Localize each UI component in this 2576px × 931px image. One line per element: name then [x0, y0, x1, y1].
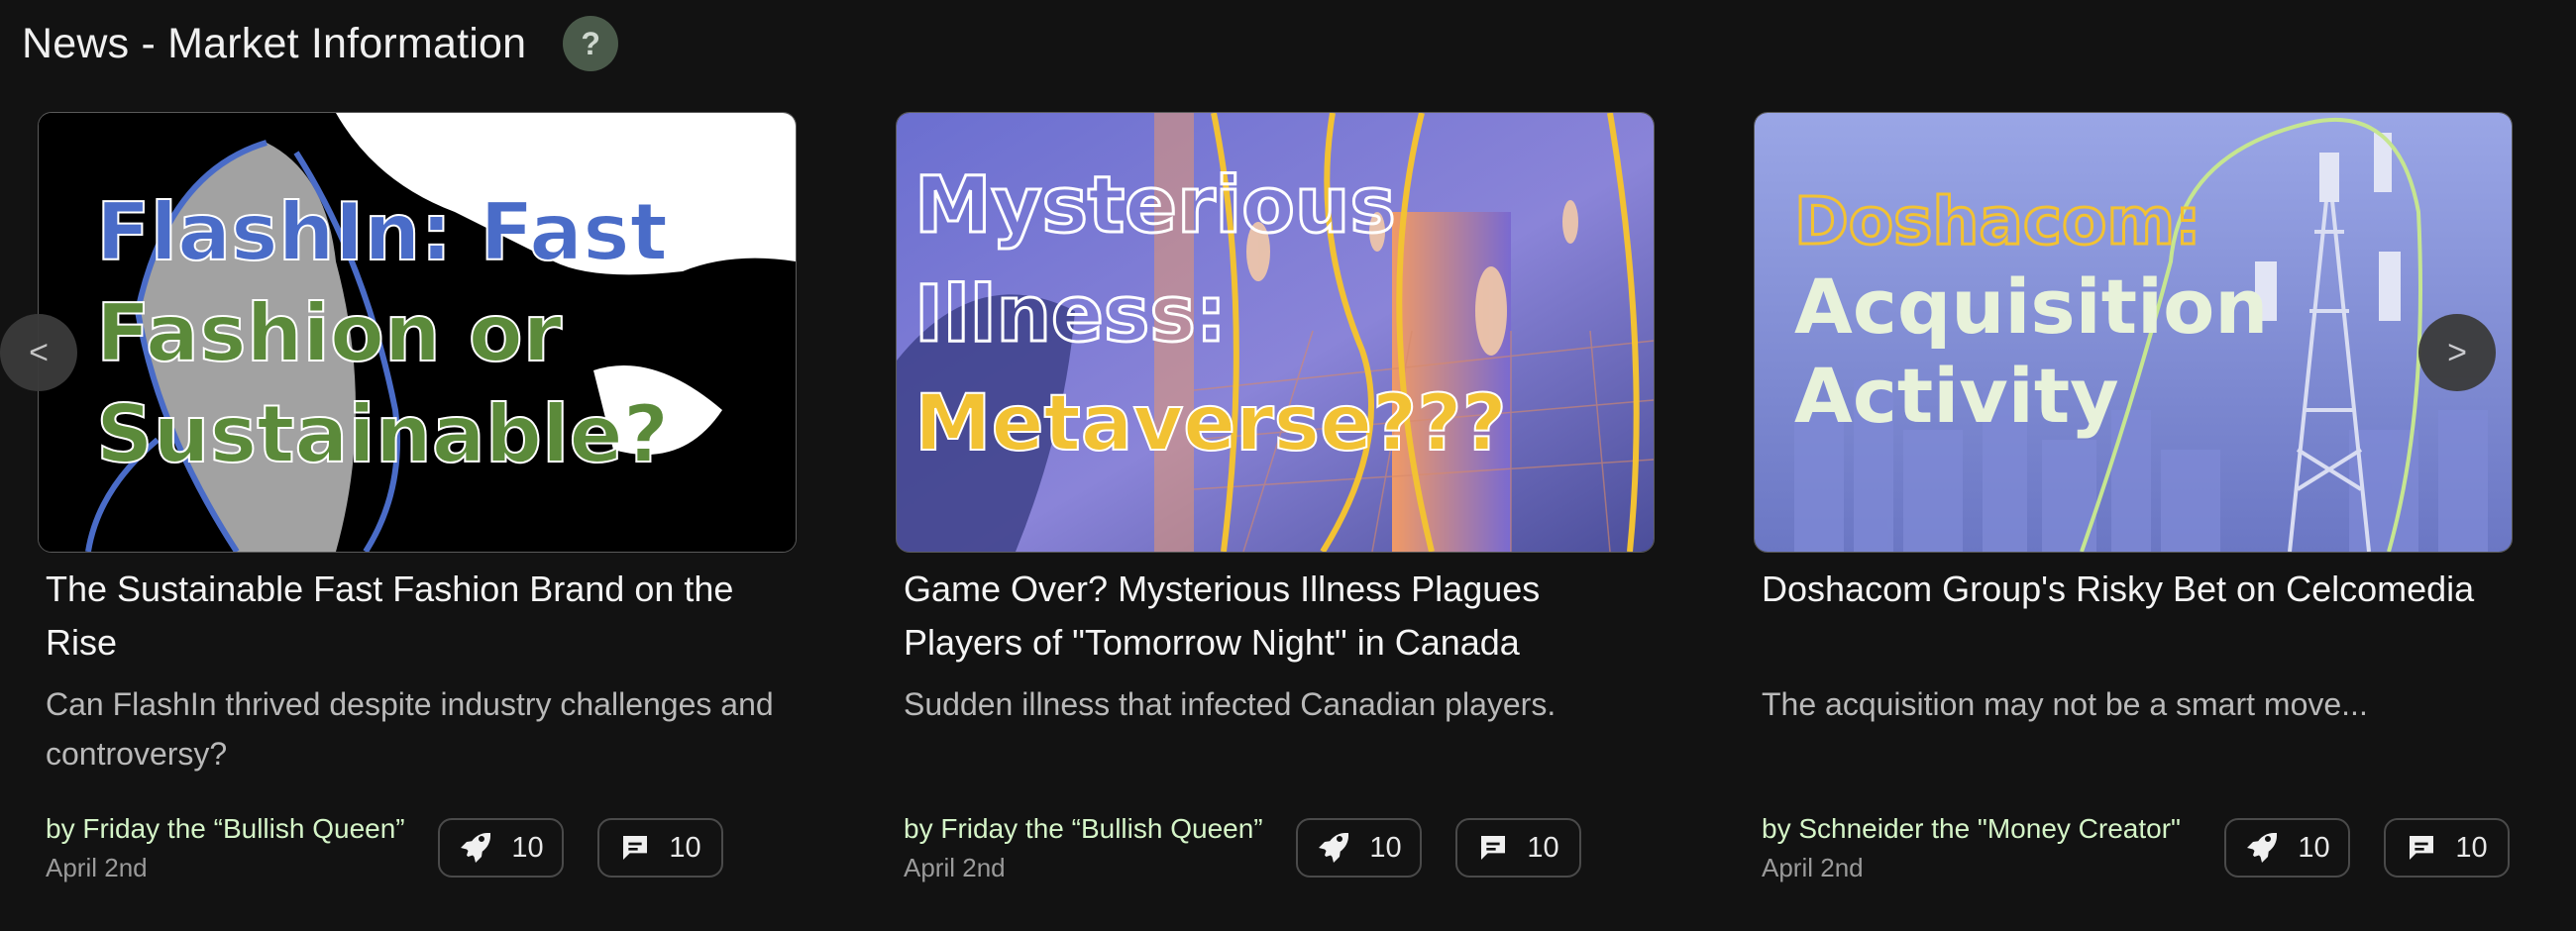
rocket-button[interactable]: 10 [438, 818, 564, 878]
rocket-icon [2247, 833, 2278, 863]
rocket-count: 10 [1369, 831, 1402, 864]
news-thumbnail-art: Doshacom: Acquisition Activity [1755, 113, 2512, 552]
news-description: Sudden illness that infected Canadian pl… [904, 686, 1556, 722]
rocket-count: 10 [2298, 831, 2330, 864]
news-date: April 2nd [904, 853, 1006, 882]
thumbnail-text-line: Fashion or [96, 287, 563, 379]
news-headline[interactable]: The Sustainable Fast Fashion Brand on th… [46, 563, 779, 670]
rocket-button[interactable]: 10 [1296, 818, 1422, 878]
carousel-next-button[interactable]: > [2418, 314, 2496, 391]
thumbnail-text-line: Illness: [914, 270, 1227, 360]
thumbnail-text-line: FlashIn: [96, 186, 480, 278]
news-thumbnail-art: Mysterious Illness: Metaverse??? [897, 113, 1654, 552]
rocket-icon [461, 833, 491, 863]
news-headline[interactable]: Doshacom Group's Risky Bet on Celcomedia [1762, 563, 2495, 616]
news-thumbnail[interactable]: FlashIn: Fast Fashion or Sustainable? [38, 112, 797, 553]
thumbnail-text-line: Doshacom: [1794, 183, 2201, 259]
thumbnail-text-line: Acquisition [1794, 262, 2268, 351]
rocket-count: 10 [511, 831, 544, 864]
news-author[interactable]: by Schneider the "Money Creator" [1762, 813, 2181, 845]
news-card[interactable]: FlashIn: Fast Fashion or Sustainable? Th… [38, 112, 797, 904]
comment-button[interactable]: 10 [2384, 818, 2510, 878]
news-description: The acquisition may not be a smart move.… [1762, 686, 2368, 722]
chevron-right-icon: > [2447, 333, 2467, 371]
rocket-icon [1319, 833, 1349, 863]
news-description: Can FlashIn thrived despite industry cha… [46, 686, 774, 772]
thumbnail-text-line: Activity [1794, 352, 2119, 440]
help-icon[interactable]: ? [563, 16, 619, 71]
comment-icon [2410, 836, 2434, 860]
page-header: News - Market Information ? [22, 14, 619, 73]
comment-count: 10 [2455, 831, 2488, 864]
comment-count: 10 [1527, 831, 1559, 864]
svg-text:FlashIn: Fast: FlashIn: Fast [96, 186, 668, 278]
comment-icon [623, 836, 648, 860]
thumbnail-text-line: Metaverse??? [914, 379, 1507, 468]
chevron-left-icon: < [29, 333, 49, 371]
comment-icon [1481, 836, 1506, 860]
news-date: April 2nd [46, 853, 148, 882]
news-thumbnail[interactable]: Mysterious Illness: Metaverse??? [896, 112, 1655, 553]
news-card[interactable]: Doshacom: Acquisition Activity Doshacom … [1754, 112, 2513, 904]
news-author[interactable]: by Friday the “Bullish Queen” [904, 813, 1263, 845]
news-headline[interactable]: Game Over? Mysterious Illness Plagues Pl… [904, 563, 1637, 670]
comment-button[interactable]: 10 [1455, 818, 1581, 878]
thumbnail-text-line: Sustainable? [96, 388, 669, 480]
rocket-button[interactable]: 10 [2224, 818, 2350, 878]
page-title: News - Market Information [22, 19, 527, 67]
news-thumbnail-art: FlashIn: Fast Fashion or Sustainable? [39, 113, 796, 552]
news-thumbnail[interactable]: Doshacom: Acquisition Activity [1754, 112, 2513, 553]
news-card[interactable]: Mysterious Illness: Metaverse??? Game Ov… [896, 112, 1655, 904]
carousel-prev-button[interactable]: < [0, 314, 77, 391]
news-date: April 2nd [1762, 853, 1864, 882]
thumbnail-text-line: Fast [480, 186, 668, 278]
comment-button[interactable]: 10 [597, 818, 723, 878]
thumbnail-text-line: Mysterious [914, 161, 1396, 251]
comment-count: 10 [669, 831, 701, 864]
news-author[interactable]: by Friday the “Bullish Queen” [46, 813, 405, 845]
